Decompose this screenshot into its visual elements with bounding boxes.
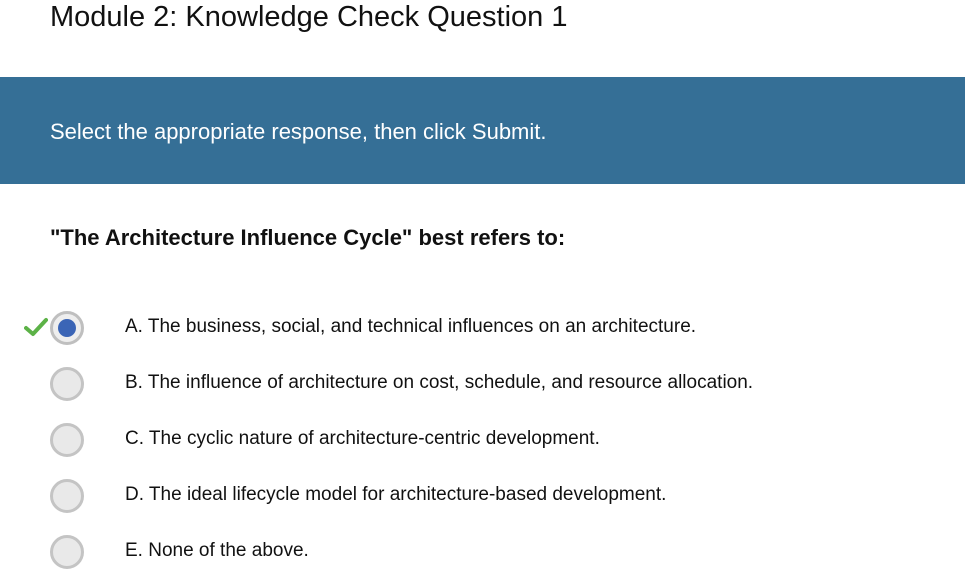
radio-button-icon[interactable] [50, 423, 84, 457]
radio-button-icon[interactable] [50, 535, 84, 569]
radio-selected-dot [58, 319, 76, 337]
option-label[interactable]: D. The ideal lifecycle model for archite… [125, 484, 666, 506]
radio-button-icon[interactable] [50, 311, 84, 345]
radio-button-icon[interactable] [50, 367, 84, 401]
radio-button-icon[interactable] [50, 479, 84, 513]
instruction-text: Select the appropriate response, then cl… [50, 119, 547, 144]
option-b[interactable]: B. The influence of architecture on cost… [0, 356, 965, 412]
page-title: Module 2: Knowledge Check Question 1 [50, 1, 568, 33]
instruction-banner: Select the appropriate response, then cl… [0, 77, 965, 184]
question-prompt: "The Architecture Influence Cycle" best … [50, 225, 566, 250]
option-d[interactable]: D. The ideal lifecycle model for archite… [0, 468, 965, 524]
option-a[interactable]: A. The business, social, and technical i… [0, 300, 965, 356]
option-label[interactable]: E. None of the above. [125, 540, 309, 562]
option-label[interactable]: C. The cyclic nature of architecture-cen… [125, 428, 600, 450]
option-c[interactable]: C. The cyclic nature of architecture-cen… [0, 412, 965, 468]
option-label[interactable]: A. The business, social, and technical i… [125, 316, 696, 338]
option-label[interactable]: B. The influence of architecture on cost… [125, 372, 753, 394]
option-e[interactable]: E. None of the above. [0, 524, 965, 580]
checkmark-icon [24, 318, 48, 336]
